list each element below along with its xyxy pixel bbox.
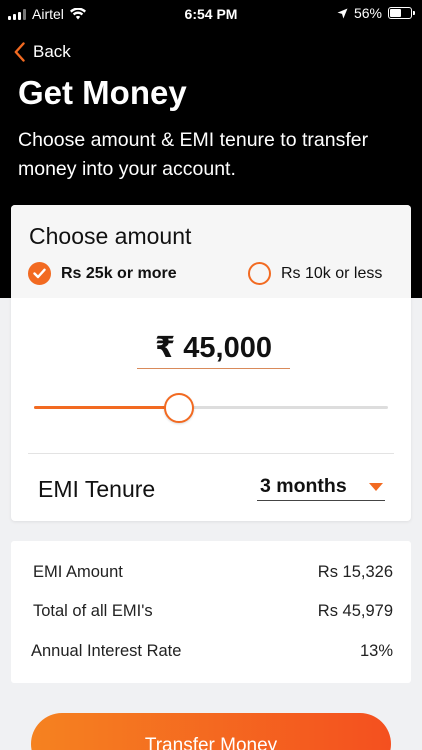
slider-thumb[interactable]: [164, 393, 195, 423]
battery-icon: [388, 7, 415, 19]
choose-amount-heading: Choose amount: [29, 223, 192, 249]
summary-value: 13%: [359, 642, 393, 660]
emi-tenure-label: EMI Tenure: [38, 476, 156, 502]
summary-value: Rs 45,979: [317, 602, 393, 620]
battery-percent: 56%: [353, 5, 382, 21]
option-25k-or-more[interactable]: Rs 25k or more: [28, 262, 177, 285]
summary-label: EMI Amount: [33, 563, 123, 581]
emi-tenure-dropdown[interactable]: 3 months: [257, 473, 385, 501]
summary-row-total-emis: Total of all EMI's Rs 45,979: [11, 602, 411, 624]
amount-card: Choose amount Rs 25k or more Rs 10k or l…: [11, 205, 411, 521]
status-right: 56%: [337, 5, 415, 21]
slider-track-fill: [34, 406, 180, 409]
summary-row-interest-rate: Annual Interest Rate 13%: [11, 642, 411, 664]
radio-checked-icon[interactable]: [28, 262, 51, 285]
summary-label: Annual Interest Rate: [31, 642, 182, 660]
back-button[interactable]: Back: [14, 42, 71, 62]
divider: [28, 453, 394, 454]
option-label: Rs 10k or less: [281, 264, 383, 282]
tenure-value: 3 months: [260, 475, 347, 497]
emi-summary-card: EMI Amount Rs 15,326 Total of all EMI's …: [11, 541, 411, 683]
amount-slider[interactable]: [34, 392, 388, 424]
summary-value: Rs 15,326: [317, 563, 393, 581]
page-subtitle: Choose amount & EMI tenure to transfer m…: [18, 129, 369, 180]
back-label: Back: [33, 42, 71, 61]
radio-unchecked-icon[interactable]: [248, 262, 271, 285]
option-label: Rs 25k or more: [61, 264, 177, 282]
summary-row-emi-amount: EMI Amount Rs 15,326: [11, 563, 411, 585]
page-title: Get Money: [18, 74, 187, 111]
caret-down-icon: [369, 483, 383, 491]
summary-label: Total of all EMI's: [33, 602, 153, 620]
amount-options-panel: Choose amount Rs 25k or more Rs 10k or l…: [11, 205, 411, 298]
amount-value: ₹ 45,000: [155, 332, 272, 364]
chevron-left-icon: [14, 42, 25, 62]
location-arrow-icon: [337, 8, 348, 18]
option-10k-or-less[interactable]: Rs 10k or less: [248, 262, 382, 285]
status-bar: Airtel 6:54 PM 56%: [0, 0, 422, 28]
transfer-money-button[interactable]: Transfer Money: [31, 713, 391, 750]
amount-field[interactable]: ₹ 45,000: [137, 331, 290, 369]
